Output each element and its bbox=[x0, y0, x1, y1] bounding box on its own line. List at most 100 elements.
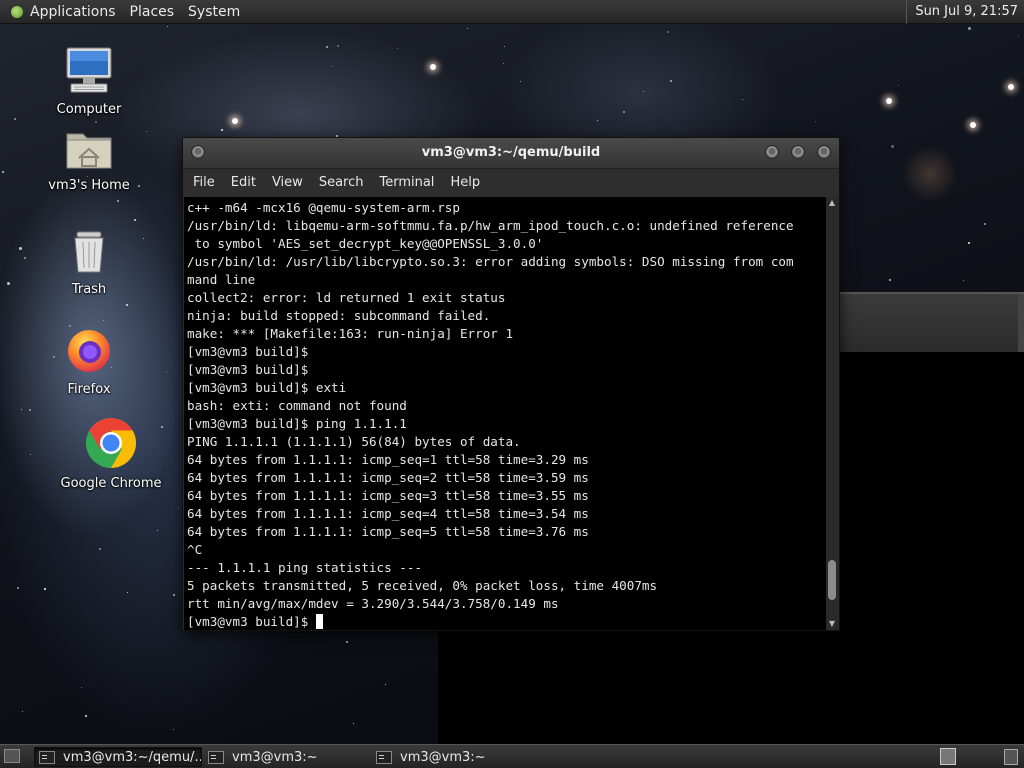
close-button[interactable] bbox=[817, 145, 831, 159]
minimize-button[interactable] bbox=[765, 145, 779, 159]
terminal-line: [vm3@vm3 build]$ bbox=[187, 344, 309, 359]
star bbox=[146, 131, 147, 132]
star bbox=[742, 99, 743, 100]
scroll-down-arrow-icon[interactable]: ▼ bbox=[826, 618, 838, 630]
terminal-line: PING 1.1.1.1 (1.1.1.1) 56(84) bytes of d… bbox=[187, 434, 521, 449]
taskbar-item-terminal-qemu[interactable]: vm3@vm3:~/qemu/... bbox=[34, 747, 202, 767]
scrollbar-thumb[interactable] bbox=[828, 560, 836, 600]
star bbox=[597, 120, 598, 121]
menu-edit[interactable]: Edit bbox=[223, 169, 264, 197]
terminal-titlebar[interactable]: vm3@vm3:~/qemu/build bbox=[183, 138, 839, 169]
menu-places[interactable]: Places bbox=[130, 4, 175, 20]
desktop-icon-label: Firefox bbox=[67, 382, 111, 397]
trash-icon bbox=[74, 231, 104, 273]
star bbox=[2, 171, 4, 173]
star bbox=[95, 121, 97, 123]
menu-search[interactable]: Search bbox=[311, 169, 372, 197]
star bbox=[623, 111, 625, 113]
star bbox=[22, 711, 23, 712]
bright-star bbox=[970, 122, 976, 128]
desktop-icon-trash[interactable]: Trash bbox=[34, 226, 144, 297]
desktop-icon-chrome[interactable]: Google Chrome bbox=[56, 416, 166, 491]
star bbox=[221, 129, 223, 131]
show-desktop-icon[interactable] bbox=[4, 749, 20, 763]
terminal-line: --- 1.1.1.1 ping statistics --- bbox=[187, 560, 423, 575]
star bbox=[103, 320, 104, 321]
clock[interactable]: Sun Jul 9, 21:57 bbox=[906, 0, 1018, 24]
star bbox=[503, 63, 504, 64]
star bbox=[29, 409, 31, 411]
terminal-line: 64 bytes from 1.1.1.1: icmp_seq=3 ttl=58… bbox=[187, 488, 589, 503]
terminal-output[interactable]: c++ -m64 -mcx16 @qemu-system-arm.rsp /us… bbox=[184, 197, 828, 630]
desktop-icon-home[interactable]: vm3's Home bbox=[34, 126, 144, 193]
star bbox=[117, 200, 119, 202]
terminal-text: c++ -m64 -mcx16 @qemu-system-arm.rsp /us… bbox=[184, 197, 828, 630]
bottom-panel: vm3@vm3:~/qemu/... vm3@vm3:~ vm3@vm3:~ bbox=[0, 744, 1024, 768]
menu-applications[interactable]: Applications bbox=[30, 4, 116, 20]
star bbox=[21, 409, 22, 410]
desktop-icon-label: vm3's Home bbox=[48, 178, 130, 193]
background-window-scrollbar[interactable] bbox=[1018, 294, 1024, 352]
star bbox=[173, 729, 174, 730]
maximize-button[interactable] bbox=[791, 145, 805, 159]
star bbox=[1018, 36, 1019, 37]
star bbox=[670, 80, 672, 82]
star bbox=[167, 26, 168, 27]
workspace-switcher-icon[interactable] bbox=[940, 748, 956, 765]
terminal-line: [vm3@vm3 build]$ exti bbox=[187, 380, 347, 395]
terminal-menubar: File Edit View Search Terminal Help bbox=[183, 169, 839, 197]
desktop-icon-label: Computer bbox=[56, 102, 122, 117]
text-cursor bbox=[315, 614, 323, 629]
bright-star bbox=[1008, 84, 1014, 90]
top-panel: Applications Places System Sun Jul 9, 21… bbox=[0, 0, 1024, 24]
terminal-icon bbox=[376, 750, 392, 764]
menu-system[interactable]: System bbox=[188, 4, 240, 20]
star bbox=[337, 45, 339, 47]
scroll-up-arrow-icon[interactable]: ▲ bbox=[826, 197, 838, 209]
taskbar-item-label: vm3@vm3:~ bbox=[232, 749, 318, 765]
star bbox=[166, 372, 167, 373]
star bbox=[346, 641, 348, 643]
terminal-line: bash: exti: command not found bbox=[187, 398, 407, 413]
star bbox=[126, 304, 128, 306]
terminal-line: ^C bbox=[187, 542, 203, 557]
menu-view[interactable]: View bbox=[264, 169, 311, 197]
terminal-line: c++ -m64 -mcx16 @qemu-system-arm.rsp bbox=[187, 200, 460, 215]
star bbox=[889, 279, 891, 281]
terminal-line: /usr/bin/ld: /usr/lib/libcrypto.so.3: er… bbox=[187, 254, 794, 269]
trash-applet-icon[interactable] bbox=[1004, 749, 1018, 765]
star bbox=[19, 247, 22, 250]
star bbox=[17, 587, 19, 589]
star bbox=[520, 81, 521, 82]
desktop-icon-computer[interactable]: Computer bbox=[34, 44, 144, 117]
menu-file[interactable]: File bbox=[185, 169, 223, 197]
star bbox=[963, 280, 964, 281]
star bbox=[81, 687, 82, 688]
bright-star bbox=[232, 118, 238, 124]
bright-star bbox=[886, 98, 892, 104]
desktop-icon-firefox[interactable]: Firefox bbox=[34, 326, 144, 397]
menu-terminal[interactable]: Terminal bbox=[371, 169, 442, 197]
terminal-scrollbar[interactable]: ▲ ▼ bbox=[826, 197, 838, 630]
window-title: vm3@vm3:~/qemu/build bbox=[421, 145, 601, 160]
terminal-line: 64 bytes from 1.1.1.1: icmp_seq=4 ttl=58… bbox=[187, 506, 589, 521]
star bbox=[968, 27, 971, 30]
chrome-icon bbox=[86, 418, 136, 468]
star bbox=[968, 242, 970, 244]
taskbar-item-terminal-home-2[interactable]: vm3@vm3:~ bbox=[372, 747, 538, 767]
star bbox=[134, 219, 136, 221]
star bbox=[85, 715, 87, 717]
star bbox=[332, 66, 333, 67]
terminal-icon bbox=[208, 750, 224, 764]
bright-star bbox=[430, 64, 436, 70]
menu-help[interactable]: Help bbox=[442, 169, 488, 197]
home-folder-icon bbox=[66, 133, 112, 169]
star bbox=[397, 48, 398, 49]
terminal-prompt: [vm3@vm3 build]$ bbox=[187, 614, 316, 629]
desktop-icon-label: Trash bbox=[71, 282, 107, 297]
distro-logo-icon[interactable] bbox=[10, 5, 24, 19]
terminal-line: [vm3@vm3 build]$ bbox=[187, 362, 309, 377]
terminal-line: collect2: error: ld returned 1 exit stat… bbox=[187, 290, 506, 305]
star bbox=[815, 121, 816, 122]
taskbar-item-terminal-home-1[interactable]: vm3@vm3:~ bbox=[204, 747, 370, 767]
